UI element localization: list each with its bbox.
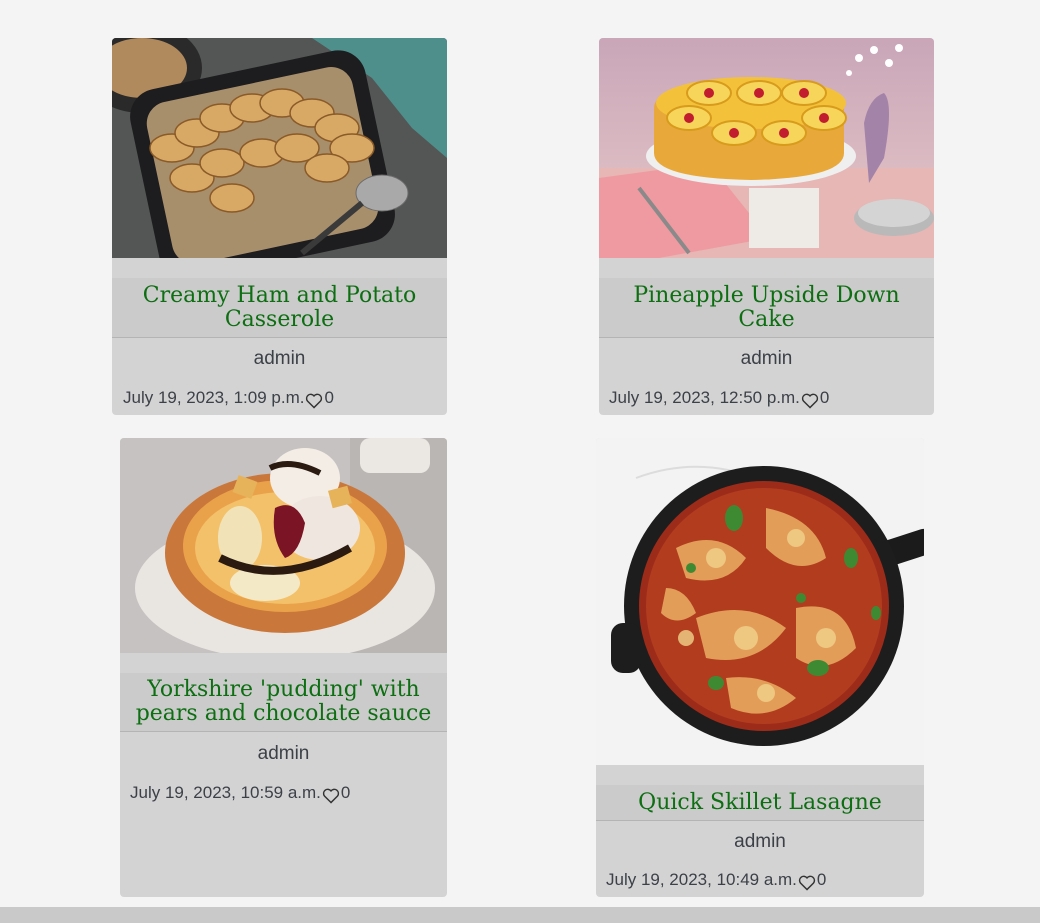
heart-icon[interactable] bbox=[322, 788, 340, 804]
post-title-band: Quick Skillet Lasagne bbox=[596, 785, 924, 821]
post-title[interactable]: Pineapple Upside Down Cake bbox=[599, 283, 934, 332]
post-card[interactable]: Quick Skillet Lasagne admin July 19, 202… bbox=[596, 438, 924, 897]
like-count: 0 bbox=[816, 870, 827, 889]
post-date: July 19, 2023, 1:09 p.m. bbox=[123, 388, 305, 407]
horizontal-scrollbar[interactable] bbox=[0, 907, 1040, 923]
heart-icon[interactable] bbox=[798, 875, 816, 891]
post-image[interactable] bbox=[120, 438, 447, 653]
post-card[interactable]: Yorkshire 'pudding' with pears and choco… bbox=[120, 438, 447, 897]
post-author: admin bbox=[734, 831, 786, 852]
like-count: 0 bbox=[324, 388, 334, 407]
post-meta: July 19, 2023, 10:49 a.m. 0 bbox=[606, 870, 827, 891]
post-date: July 19, 2023, 10:49 a.m. bbox=[606, 870, 797, 889]
cake-image bbox=[599, 38, 934, 258]
post-image[interactable] bbox=[599, 38, 934, 258]
post-date: July 19, 2023, 12:50 p.m. bbox=[609, 388, 800, 407]
heart-icon[interactable] bbox=[305, 393, 323, 409]
lasagne-image bbox=[596, 438, 924, 765]
like-count: 0 bbox=[819, 388, 830, 407]
post-meta: July 19, 2023, 12:50 p.m. 0 bbox=[609, 388, 830, 409]
casserole-image bbox=[112, 38, 447, 258]
pudding-image bbox=[120, 438, 447, 653]
post-date: July 19, 2023, 10:59 a.m. bbox=[130, 783, 321, 802]
heart-icon[interactable] bbox=[801, 393, 819, 409]
post-meta: July 19, 2023, 1:09 p.m. 0 bbox=[123, 388, 334, 409]
post-card[interactable]: Creamy Ham and Potato Casserole admin Ju… bbox=[112, 38, 447, 415]
post-meta: July 19, 2023, 10:59 a.m. 0 bbox=[130, 783, 351, 804]
post-card[interactable]: Pineapple Upside Down Cake admin July 19… bbox=[599, 38, 934, 415]
post-title-band: Yorkshire 'pudding' with pears and choco… bbox=[120, 673, 447, 732]
post-title[interactable]: Yorkshire 'pudding' with pears and choco… bbox=[120, 678, 447, 726]
post-author: admin bbox=[253, 348, 306, 369]
post-image[interactable] bbox=[112, 38, 447, 258]
post-title[interactable]: Quick Skillet Lasagne bbox=[630, 790, 890, 815]
post-image[interactable] bbox=[596, 438, 924, 765]
post-title[interactable]: Creamy Ham and Potato Casserole bbox=[112, 283, 447, 332]
like-count: 0 bbox=[340, 783, 351, 802]
post-author: admin bbox=[740, 348, 793, 369]
post-title-band: Pineapple Upside Down Cake bbox=[599, 278, 934, 338]
post-title-band: Creamy Ham and Potato Casserole bbox=[112, 278, 447, 338]
post-author: admin bbox=[257, 743, 310, 764]
